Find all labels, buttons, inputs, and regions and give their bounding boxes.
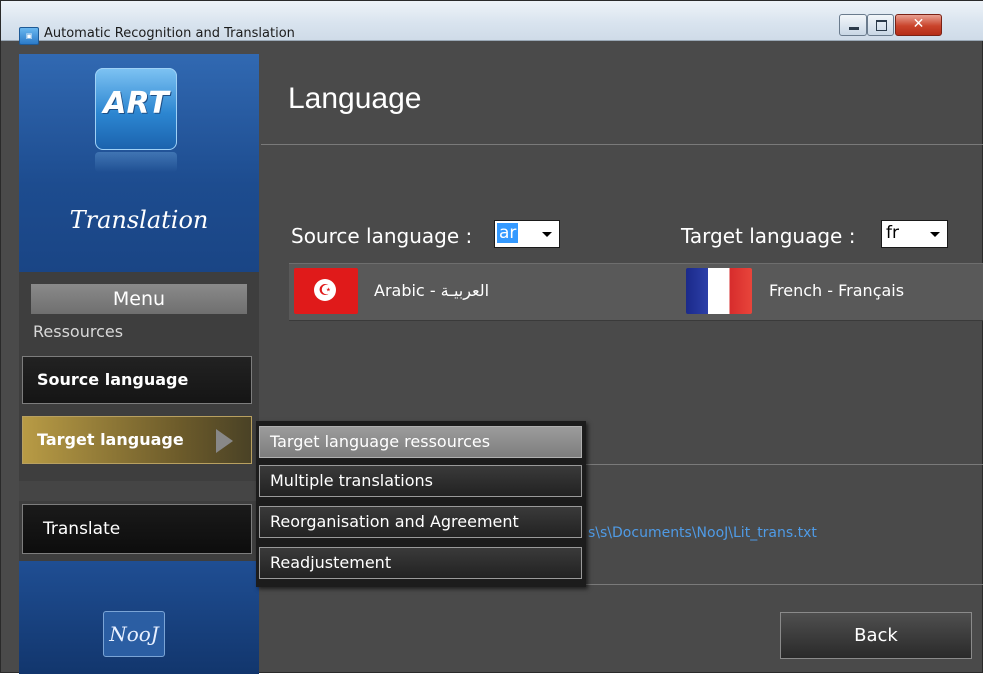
target-language-select[interactable]: fr xyxy=(881,220,948,248)
sidebar-item-target-language[interactable]: Target language xyxy=(22,416,252,464)
language-row: ☪ Arabic - العربيـة French - Français xyxy=(289,263,983,321)
logo-reflection xyxy=(95,152,177,172)
app-icon[interactable]: ▣ xyxy=(19,27,39,45)
brand-text: Translation xyxy=(69,206,209,234)
france-flag-icon xyxy=(686,268,752,314)
nooj-logo[interactable]: NooJ xyxy=(103,611,165,657)
source-language-label: Source language : xyxy=(291,224,473,248)
submenu-item-target-language-ressources[interactable]: Target language ressources xyxy=(259,426,582,458)
sidebar-item-label: Target language xyxy=(37,430,184,449)
sidebar: ART Translation Menu Ressources Source l… xyxy=(19,54,259,674)
minimize-button[interactable] xyxy=(839,14,867,36)
sidebar-divider xyxy=(19,481,259,501)
tunisia-flag-icon: ☪ xyxy=(294,268,358,314)
window-title: Automatic Recognition and Translation xyxy=(44,26,295,41)
chevron-down-icon xyxy=(542,232,552,237)
title-bar: ▣ Automatic Recognition and Translation … xyxy=(1,1,983,45)
source-language-value: ar xyxy=(497,223,519,243)
app-window: ▣ Automatic Recognition and Translation … xyxy=(0,0,983,674)
target-language-label: Target language : xyxy=(681,224,856,248)
submenu-item-reorganisation-and-agreement[interactable]: Reorganisation and Agreement xyxy=(259,506,582,538)
target-language-value: fr xyxy=(886,223,899,243)
brand-panel: ART Translation xyxy=(19,54,259,272)
bottom-panel: NooJ xyxy=(19,561,259,674)
target-language-name: French - Français xyxy=(769,281,905,300)
file-path-link[interactable]: s\s\Documents\NooJ\Lit_trans.txt xyxy=(588,525,817,541)
menu-header: Menu xyxy=(31,284,247,314)
sidebar-item-translate[interactable]: Translate xyxy=(22,504,252,554)
sidebar-item-source-language[interactable]: Source language xyxy=(22,356,252,404)
close-button[interactable]: ✕ xyxy=(895,14,942,36)
close-icon: ✕ xyxy=(912,16,925,32)
maximize-button[interactable] xyxy=(867,14,894,36)
art-logo: ART xyxy=(95,68,177,150)
sidebar-item-label: Source language xyxy=(37,370,189,389)
sidebar-item-label: Translate xyxy=(43,519,121,539)
submenu-item-multiple-translations[interactable]: Multiple translations xyxy=(259,465,582,497)
divider xyxy=(261,144,983,145)
back-button[interactable]: Back xyxy=(780,612,972,659)
page-title: Language xyxy=(288,82,422,115)
art-logo-text: ART xyxy=(103,86,169,121)
source-language-select[interactable]: ar xyxy=(494,220,560,248)
source-language-name: Arabic - العربيـة xyxy=(374,281,490,300)
chevron-down-icon xyxy=(930,232,940,237)
submenu-item-readjustement[interactable]: Readjustement xyxy=(259,547,582,579)
chevron-right-icon xyxy=(216,429,233,453)
target-language-submenu: Target language ressources Multiple tran… xyxy=(256,421,586,587)
ressources-label: Ressources xyxy=(33,322,124,341)
